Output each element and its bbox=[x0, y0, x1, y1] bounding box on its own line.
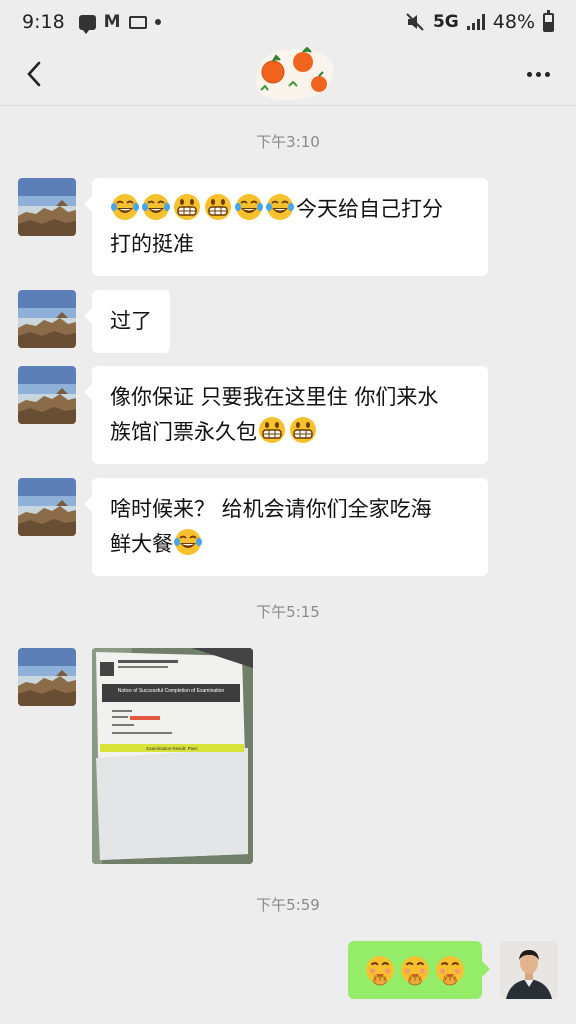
message-bubble[interactable]: 过了 bbox=[84, 290, 170, 353]
status-left: 9:18 M bbox=[22, 11, 161, 34]
sender-avatar[interactable] bbox=[18, 178, 76, 236]
grinning-emoji-icon bbox=[257, 415, 287, 445]
battery-icon bbox=[543, 9, 554, 32]
my-avatar[interactable] bbox=[500, 941, 558, 999]
battery-percent: 48% bbox=[492, 11, 535, 33]
chat-header bbox=[0, 44, 576, 106]
shushing-emoji-icon bbox=[434, 954, 466, 986]
document-photo: Notice of Successful Completion of Exami… bbox=[92, 648, 253, 864]
timestamp: 下午5:15 bbox=[256, 603, 320, 621]
message-text: 今天给自己打分 bbox=[296, 197, 443, 221]
message-text: 啥时候来？ 给机会请你们全家吃海 bbox=[110, 497, 432, 521]
timestamp: 下午5:59 bbox=[256, 896, 320, 914]
tears-of-joy-emoji-icon bbox=[110, 192, 140, 222]
message-line: 鲜大餐 bbox=[110, 527, 470, 562]
message-line: 族馆门票永久包 bbox=[110, 415, 470, 450]
sender-avatar[interactable] bbox=[18, 648, 76, 706]
more-options-icon[interactable] bbox=[522, 58, 554, 90]
message-bubble[interactable]: 今天给自己打分 打的挺准 bbox=[84, 178, 488, 276]
photo-message[interactable]: Notice of Successful Completion of Exami… bbox=[92, 648, 253, 864]
message-bubble[interactable]: 像你保证 只要我在这里住 你们来水 族馆门票永久包 bbox=[84, 366, 488, 464]
mute-icon bbox=[406, 13, 424, 31]
message-bubble[interactable]: 啥时候来？ 给机会请你们全家吃海 鲜大餐 bbox=[84, 478, 488, 576]
shushing-emoji-icon bbox=[399, 954, 431, 986]
sender-avatar[interactable] bbox=[18, 366, 76, 424]
tears-of-joy-emoji-icon bbox=[141, 192, 171, 222]
back-icon[interactable] bbox=[18, 58, 50, 90]
sender-avatar[interactable] bbox=[18, 290, 76, 348]
status-time: 9:18 bbox=[22, 11, 65, 33]
message-text: 过了 bbox=[110, 309, 152, 333]
message-notification-icon bbox=[78, 14, 96, 34]
grinning-emoji-icon bbox=[172, 192, 202, 222]
sender-avatar[interactable] bbox=[18, 478, 76, 536]
message-text: 像你保证 只要我在这里住 你们来水 bbox=[110, 385, 439, 409]
gmail-icon: M bbox=[103, 12, 121, 32]
tears-of-joy-emoji-icon bbox=[265, 192, 295, 222]
grinning-emoji-icon bbox=[288, 415, 318, 445]
tears-of-joy-emoji-icon bbox=[234, 192, 264, 222]
contact-avatar[interactable] bbox=[253, 44, 335, 102]
tears-of-joy-emoji-icon bbox=[173, 527, 203, 557]
mail-icon bbox=[128, 15, 147, 29]
document-banner: Examination Result: Pass bbox=[146, 746, 198, 751]
status-bar: 9:18 M 5G 48% bbox=[0, 0, 576, 44]
my-message-bubble[interactable] bbox=[348, 941, 490, 999]
message-text: 打的挺准 bbox=[110, 232, 194, 256]
shushing-emoji-icon bbox=[364, 954, 396, 986]
grinning-emoji-icon bbox=[203, 192, 233, 222]
message-line: 今天给自己打分 bbox=[110, 192, 470, 227]
message-text: 鲜大餐 bbox=[110, 532, 173, 556]
more-notifications-dot-icon bbox=[154, 19, 161, 25]
network-type: 5G bbox=[432, 12, 459, 32]
signal-icon bbox=[466, 14, 485, 30]
message-text: 族馆门票永久包 bbox=[110, 420, 257, 444]
status-right: 5G 48% bbox=[405, 9, 554, 33]
timestamp: 下午3:10 bbox=[256, 133, 320, 151]
document-heading: Notice of Successful Completion of Exami… bbox=[118, 688, 225, 694]
